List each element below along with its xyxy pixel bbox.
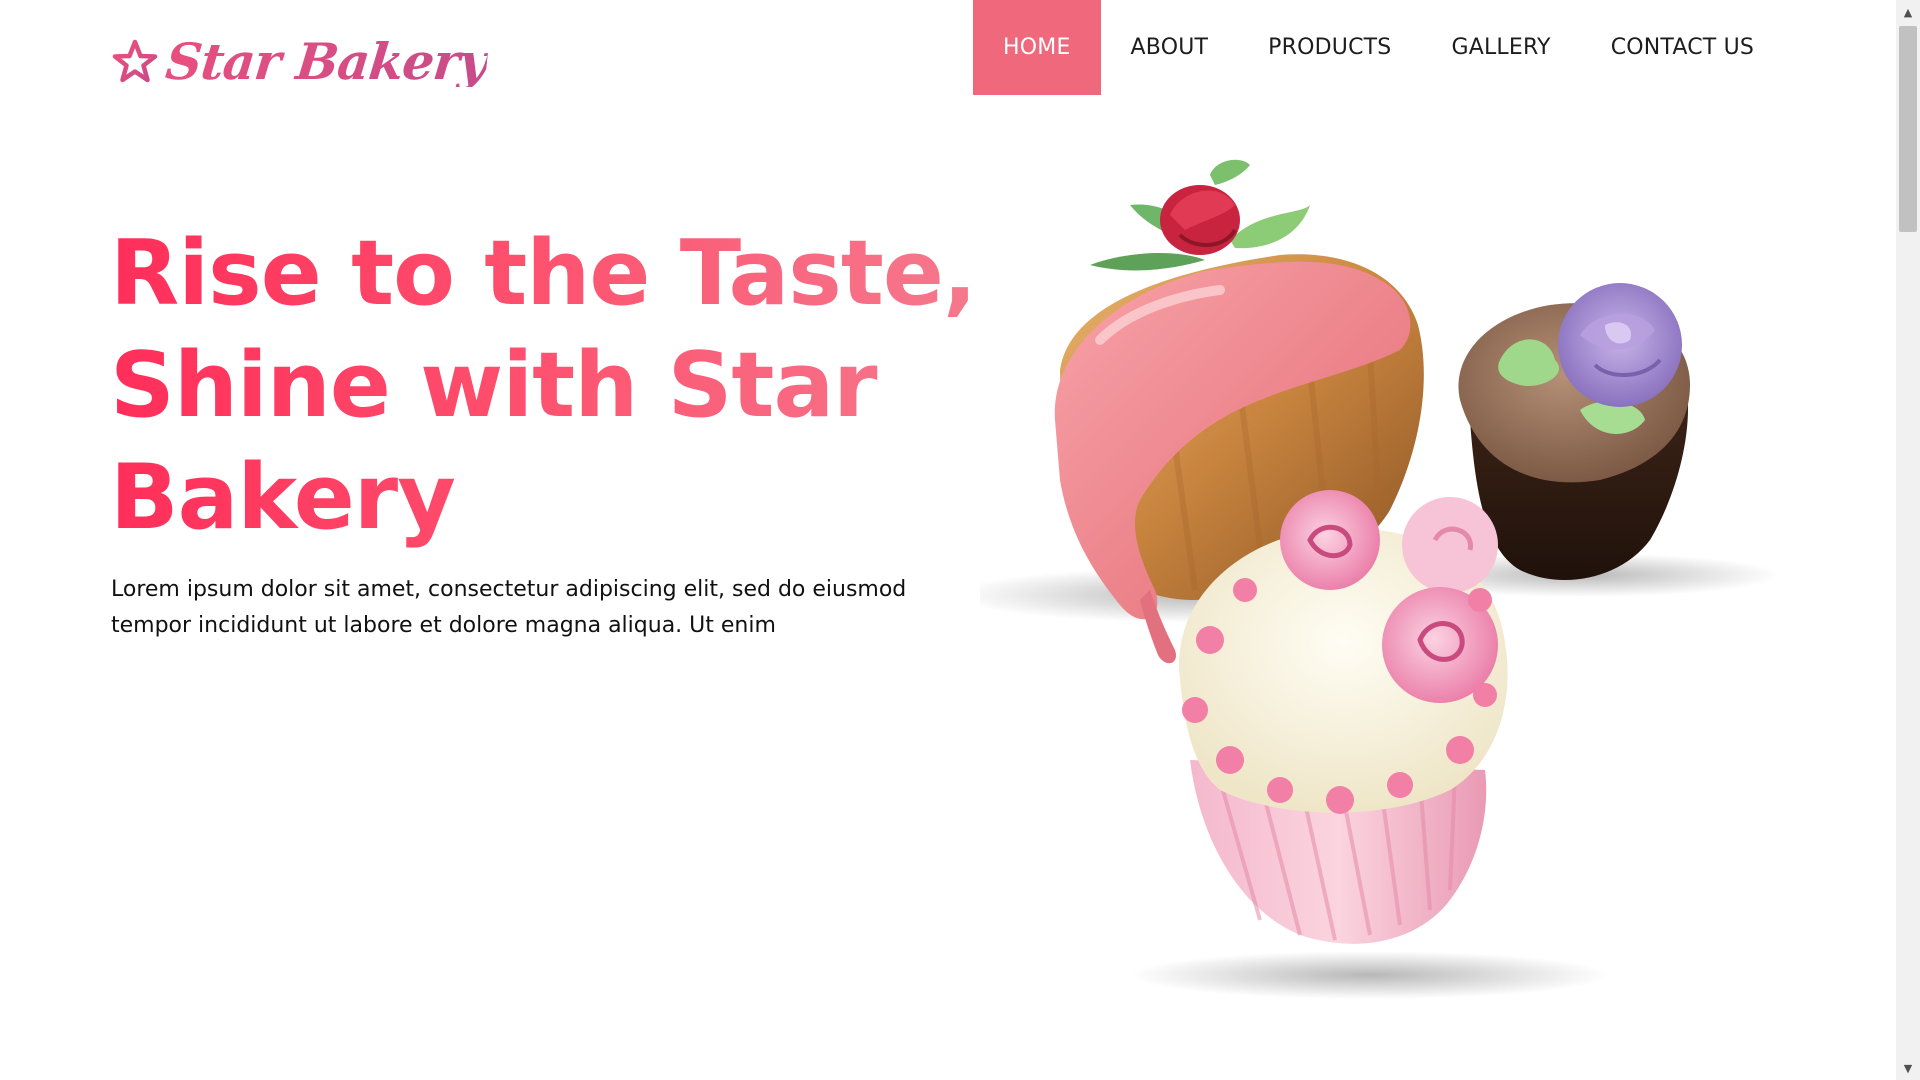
page-scrollbar[interactable]: ▲ ▼ [1896,0,1920,1080]
nav-item-products[interactable]: PRODUCTS [1238,0,1421,95]
nav-item-home[interactable]: HOME [973,0,1101,95]
brand-logo[interactable]: Star Bakery [112,22,491,102]
nav-item-gallery[interactable]: GALLERY [1421,0,1580,95]
hero-description: Lorem ipsum dolor sit amet, consectetur … [111,577,907,638]
nav-item-about[interactable]: ABOUT [1101,0,1239,95]
cakes-illustration [980,159,1780,999]
nav-item-contact-us[interactable]: CONTACT US [1581,0,1784,95]
hero-title-line-1: Rise to the Taste, [110,221,977,326]
scroll-down-icon[interactable]: ▼ [1896,1058,1920,1078]
star-icon [112,39,158,85]
brand-name: Star Bakery [162,32,491,91]
page: Star Bakery HOME ABOUT PRODUCTS GALLERY … [0,0,1896,1080]
hero-title-line-3: Bakery [110,445,455,550]
browser-viewport: Star Bakery HOME ABOUT PRODUCTS GALLERY … [0,0,1920,1080]
scroll-up-icon[interactable]: ▲ [1896,2,1920,22]
main-nav: HOME ABOUT PRODUCTS GALLERY CONTACT US [973,0,1784,95]
hero-title: Rise to the Taste, Shine with Star Bakery [110,218,990,554]
scroll-thumb[interactable] [1899,26,1917,232]
hero-title-line-2: Shine with Star [110,333,877,438]
